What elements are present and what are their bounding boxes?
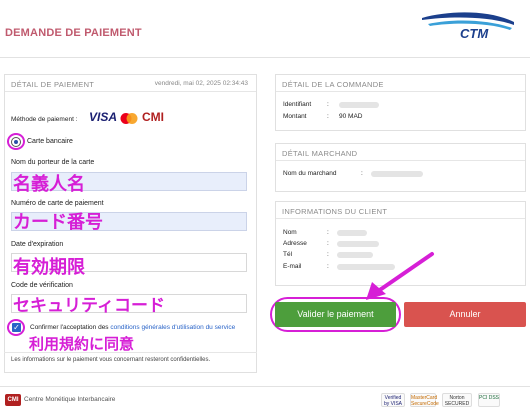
order-id-value [339, 102, 379, 108]
merchant-detail-title: DÉTAIL MARCHAND [276, 144, 525, 161]
consent-text: Confirmer l'acceptation des conditions g… [30, 324, 235, 331]
pci-dss-badge: PCI DSS [478, 393, 500, 407]
expiry-annotation: 有効期限 [13, 257, 85, 278]
visa-logo-icon: VISA [89, 110, 118, 124]
page-title: DEMANDE DE PAIEMENT [5, 27, 142, 39]
order-detail-panel: DÉTAIL DE LA COMMANDE [275, 74, 526, 131]
page-footer: CMI Centre Monétique Interbancaire Verif… [0, 386, 530, 411]
order-amount-colon: : [327, 113, 329, 120]
client-email-colon: : [327, 263, 329, 270]
merchant-detail-panel: DÉTAIL MARCHAND [275, 143, 526, 192]
privacy-note: Les informations sur le paiement vous co… [11, 357, 211, 363]
mastercard-securecode-badge: MasterCard SecureCode [410, 393, 439, 407]
payment-method-label: Méthode de paiement : [11, 116, 78, 123]
logo-text: CTM [460, 26, 489, 41]
order-id-label: Identifiant [283, 101, 312, 108]
client-name-value [337, 230, 367, 236]
privacy-divider [4, 352, 257, 353]
mastercard-logo-icon [120, 113, 138, 124]
validate-payment-button[interactable]: Valider le paiement [275, 302, 396, 327]
client-info-title: INFORMATIONS DU CLIENT [276, 202, 525, 219]
order-id-colon: : [327, 101, 329, 108]
cmi-logo-icon: CMI [142, 110, 164, 124]
terms-annotation: 利用規約に同意 [29, 335, 135, 353]
cmi-footer-logo: CMI [5, 394, 21, 406]
card-radio-button[interactable] [11, 137, 21, 147]
footer-text: Centre Monétique Interbancaire [24, 396, 116, 403]
ctm-logo: CTM [422, 12, 514, 41]
terms-link[interactable]: conditions générales d'utilisation du se… [110, 324, 235, 331]
client-name-label: Nom [283, 229, 297, 236]
client-email-label: E-mail [283, 263, 302, 270]
payment-date: vendredi, mai 02, 2025 02:34:43 [154, 80, 248, 87]
verified-by-visa-badge: Verified by VISA [381, 393, 405, 407]
client-phone-label: Tél [283, 251, 293, 258]
merchant-name-label: Nom du marchand [283, 170, 337, 177]
holder-annotation: 名義人名 [13, 174, 85, 195]
merchant-name-colon: : [361, 170, 363, 177]
client-name-colon: : [327, 229, 329, 236]
card-option-label: Carte bancaire [27, 138, 73, 145]
order-amount-label: Montant [283, 113, 307, 120]
merchant-name-value [371, 171, 423, 177]
cvv-label: Code de vérification [11, 282, 73, 289]
consent-prefix: Confirmer l'acceptation des [30, 324, 111, 331]
client-phone-colon: : [327, 251, 329, 258]
client-address-label: Adresse [283, 240, 307, 247]
expiry-label: Date d'expiration [11, 241, 64, 248]
card-number-annotation: カード番号 [13, 212, 103, 233]
cancel-button[interactable]: Annuler [404, 302, 526, 327]
terms-checkbox[interactable]: ✓ [12, 323, 21, 332]
card-number-label: Numéro de carte de paiement [11, 200, 104, 207]
cvv-annotation: セキュリティコード [13, 296, 165, 316]
order-amount-value: 90 MAD [339, 113, 363, 120]
norton-secured-badge: Norton SECURED [442, 393, 472, 407]
holder-label: Nom du porteur de la carte [11, 159, 95, 166]
order-detail-title: DÉTAIL DE LA COMMANDE [276, 75, 525, 92]
client-address-value [337, 241, 379, 247]
page-header: DEMANDE DE PAIEMENT CTM [0, 0, 530, 58]
client-address-colon: : [327, 240, 329, 247]
